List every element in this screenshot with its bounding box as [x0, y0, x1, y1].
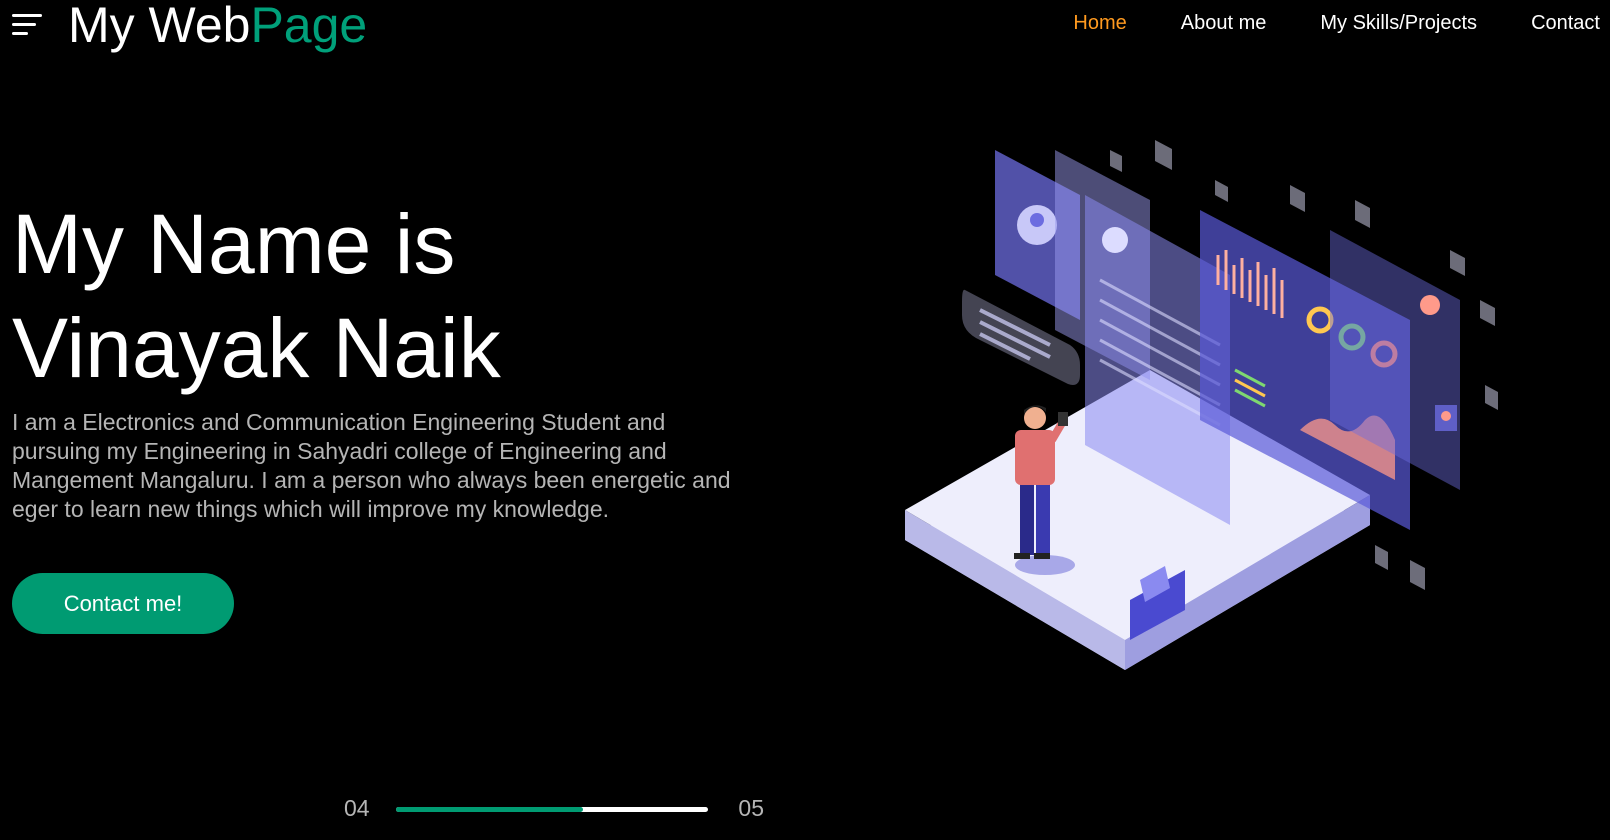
main-nav: Home About me My Skills/Projects Contact — [1019, 12, 1610, 35]
slide-current-number: 04 — [344, 795, 370, 821]
brand-text-primary: My Web — [68, 0, 251, 53]
nav-home[interactable]: Home — [1019, 12, 1126, 35]
site-header: My WebPage Home About me My Skills/Proje… — [0, 0, 1610, 60]
hero-title: My Name is Vinayak Naik — [12, 192, 812, 400]
hero-illustration — [905, 140, 1498, 670]
menu-icon[interactable] — [12, 12, 44, 38]
nav-about-me[interactable]: About me — [1127, 12, 1267, 35]
slide-progress-fill — [396, 807, 584, 812]
slide-next-number: 05 — [738, 795, 764, 821]
nav-skills-projects[interactable]: My Skills/Projects — [1266, 12, 1477, 35]
slide-progress[interactable]: 04 05 — [344, 795, 764, 825]
hero-title-line-2: Vinayak Naik — [12, 301, 501, 395]
contact-me-button[interactable]: Contact me! — [12, 573, 234, 634]
slide-progress-track[interactable] — [396, 807, 708, 812]
site-logo[interactable]: My WebPage — [68, 0, 367, 54]
hero-title-line-1: My Name is — [12, 197, 456, 291]
nav-contact[interactable]: Contact — [1477, 12, 1610, 35]
brand-text-accent: Page — [250, 0, 368, 53]
hero-description: I am a Electronics and Communication Eng… — [12, 409, 731, 522]
